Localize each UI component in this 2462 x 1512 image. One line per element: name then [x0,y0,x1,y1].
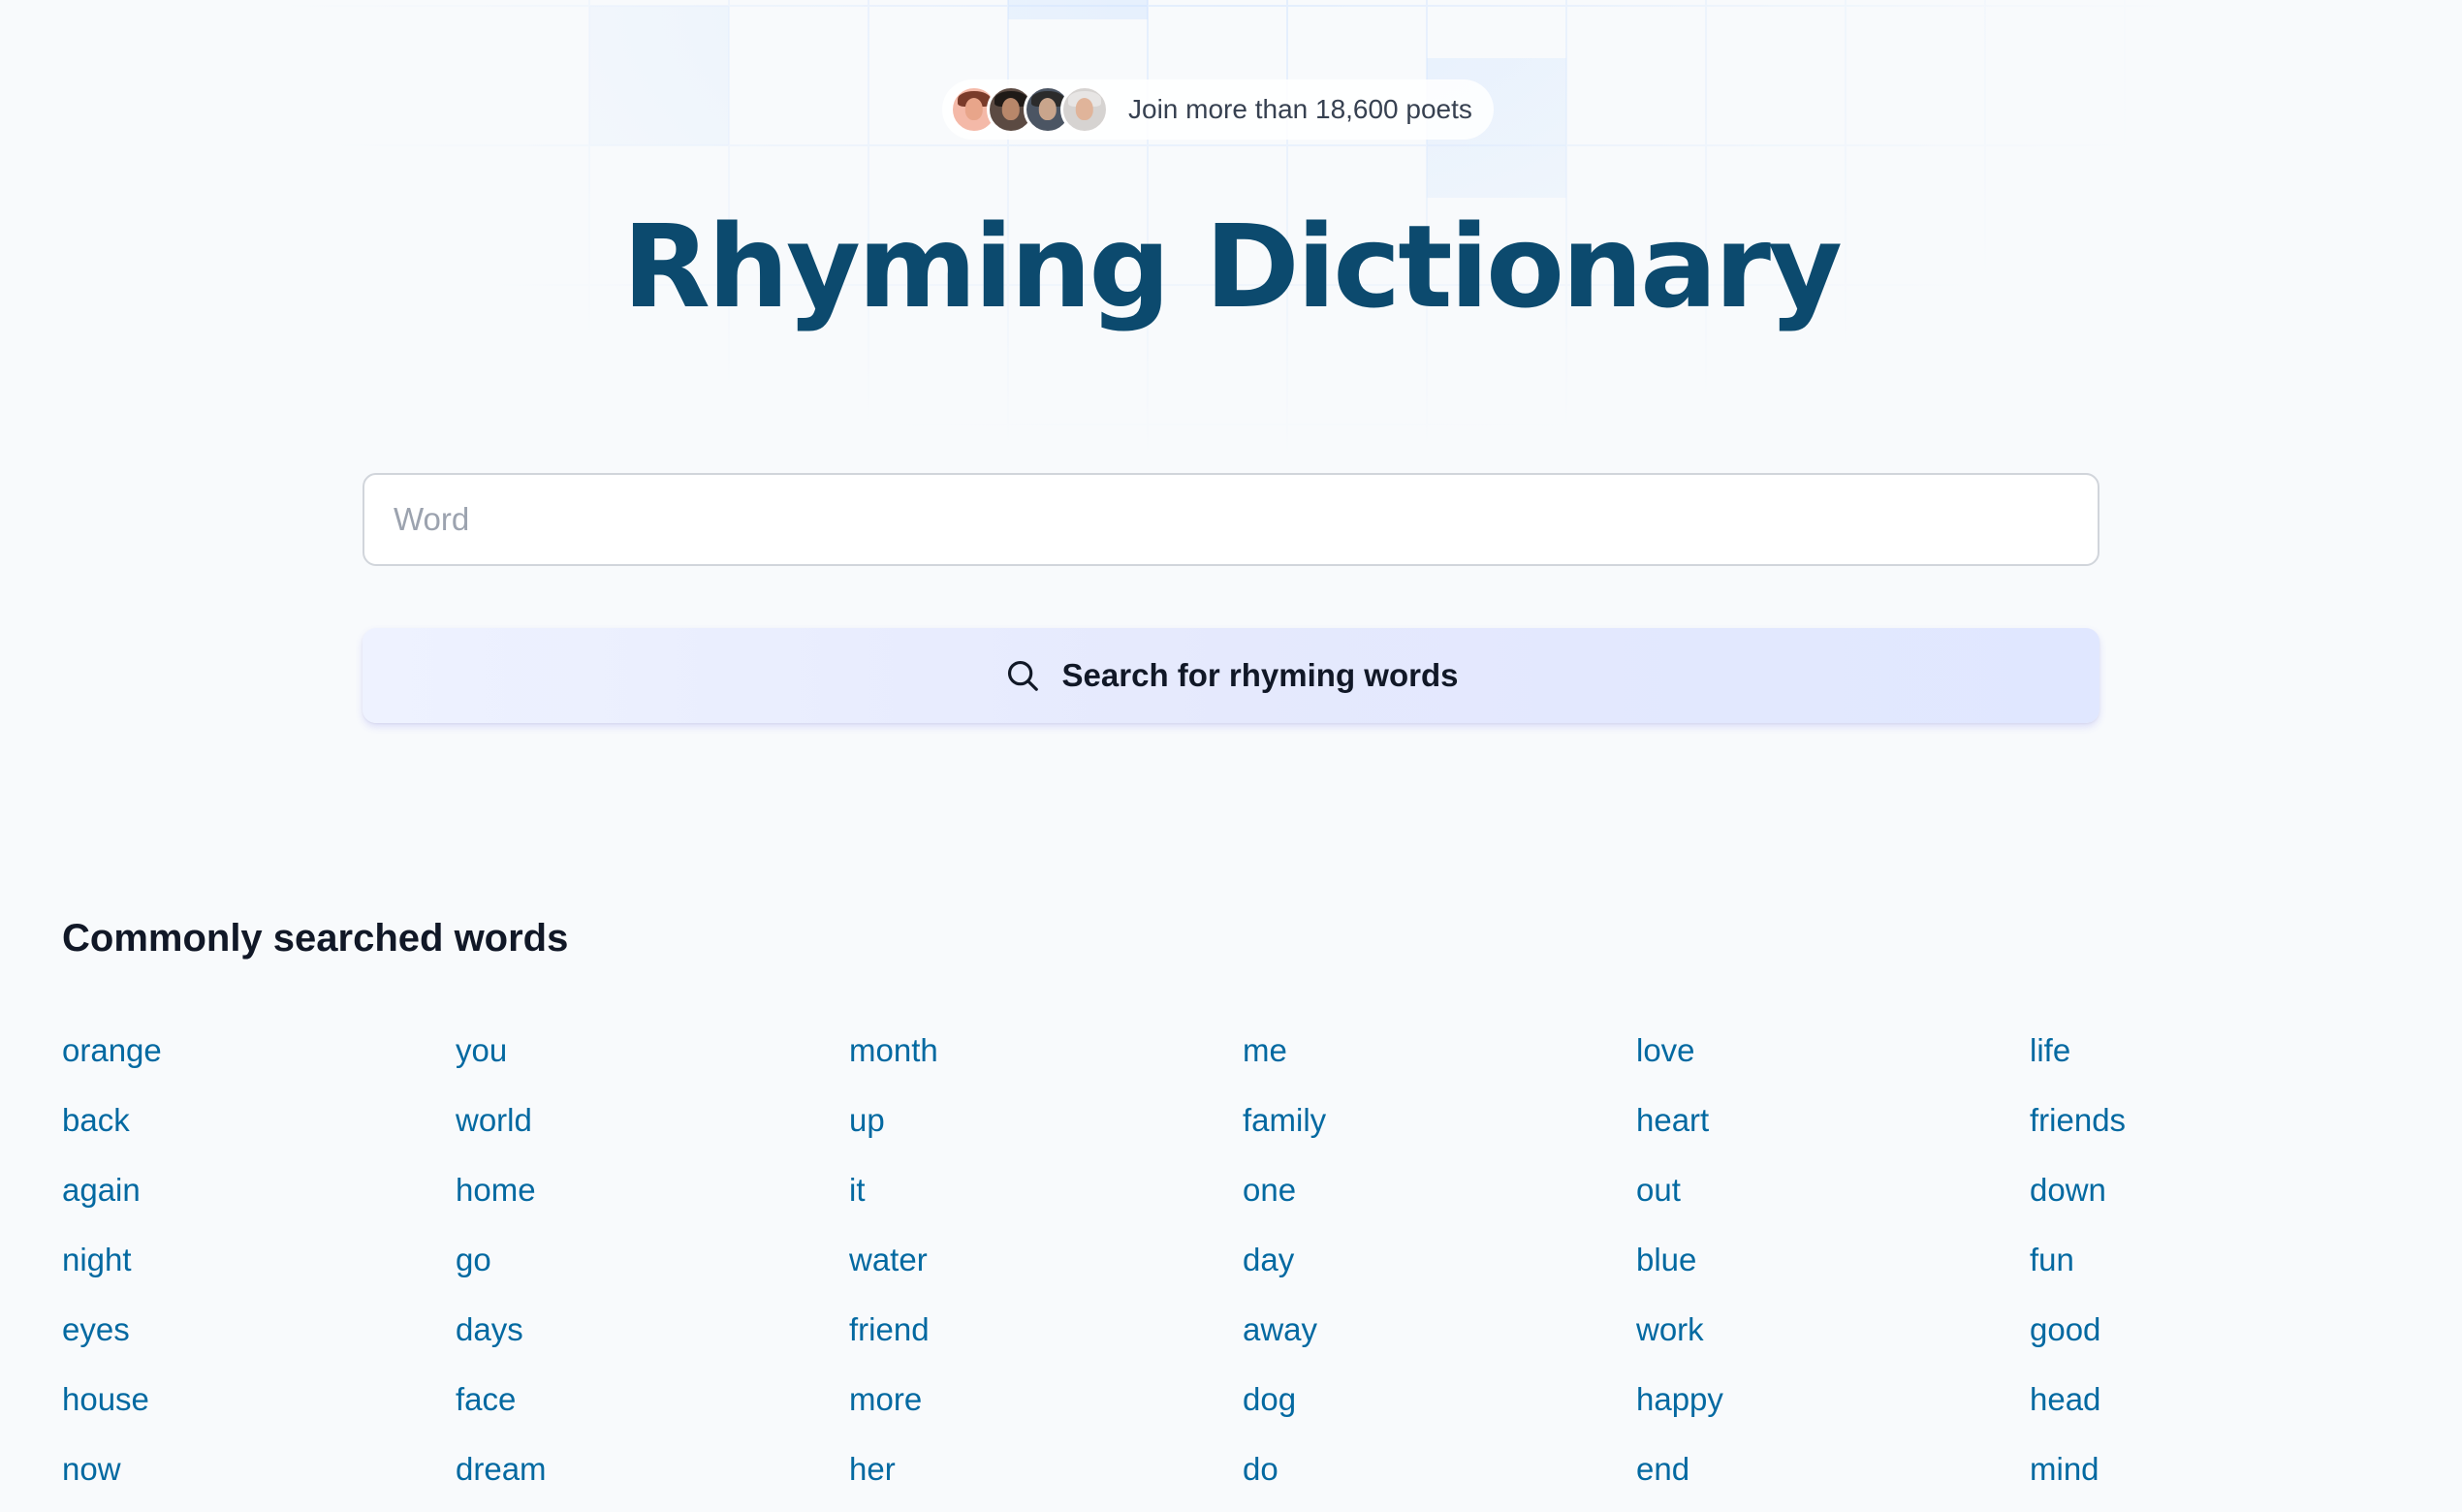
word-link[interactable]: house [62,1372,149,1427]
word-link[interactable]: more [849,1372,922,1427]
word-link[interactable]: out [1636,1163,1681,1217]
word-list-item: days [456,1303,849,1372]
word-input[interactable] [363,473,2099,566]
word-list-item: now [62,1442,456,1512]
word-list-item: work [1636,1303,2030,1372]
word-link[interactable]: dog [1243,1372,1296,1427]
word-list-item: face [456,1372,849,1442]
word-list-item: dog [1243,1372,1636,1442]
word-list-item: dream [456,1442,849,1512]
word-list-item: you [456,1024,849,1093]
word-link[interactable]: do [1243,1442,1278,1496]
word-list-item: day [1243,1233,1636,1303]
word-list-item: back [62,1093,456,1163]
word-link[interactable]: family [1243,1093,1326,1148]
word-list-item: blue [1636,1233,2030,1303]
word-link[interactable]: happy [1636,1372,1723,1427]
word-link[interactable]: life [2030,1024,2070,1078]
word-link[interactable]: eyes [62,1303,130,1357]
word-list-item: fun [2030,1233,2423,1303]
word-link[interactable]: days [456,1303,523,1357]
word-link[interactable]: good [2030,1303,2100,1357]
word-list-item: me [1243,1024,1636,1093]
word-list-item: do [1243,1442,1636,1512]
social-proof-text: Join more than 18,600 poets [1128,94,1472,124]
word-list-item: out [1636,1163,2030,1233]
word-list-item: home [456,1163,849,1233]
page-title: Rhyming Dictionary [622,200,1843,333]
word-list-item: night [62,1233,456,1303]
word-list-item: again [62,1163,456,1233]
word-link[interactable]: blue [1636,1233,1696,1287]
word-list-item: house [62,1372,456,1442]
word-link[interactable]: away [1243,1303,1317,1357]
avatar [1060,85,1109,134]
common-words-heading: Commonly searched words [62,917,569,960]
word-link[interactable]: now [62,1442,121,1496]
word-link[interactable]: love [1636,1024,1695,1078]
word-link[interactable]: world [456,1093,532,1148]
word-link[interactable]: one [1243,1163,1296,1217]
word-list-item: friends [2030,1093,2423,1163]
word-link[interactable]: friends [2030,1093,2126,1148]
word-link[interactable]: mind [2030,1442,2099,1496]
word-link[interactable]: day [1243,1233,1294,1287]
word-list-item: happy [1636,1372,2030,1442]
word-link[interactable]: face [456,1372,516,1427]
word-list-item: family [1243,1093,1636,1163]
word-list-item: end [1636,1442,2030,1512]
social-proof-pill: Join more than 18,600 poets [942,79,1494,140]
word-link[interactable]: water [849,1233,928,1287]
word-link[interactable]: go [456,1233,491,1287]
word-list-item: water [849,1233,1243,1303]
word-list-item: up [849,1093,1243,1163]
word-list-item: life [2030,1024,2423,1093]
word-link[interactable]: work [1636,1303,1704,1357]
word-link[interactable]: night [62,1233,132,1287]
word-link[interactable]: friend [849,1303,930,1357]
search-button-label: Search for rhyming words [1061,657,1459,693]
word-link[interactable]: again [62,1163,141,1217]
word-link[interactable]: dream [456,1442,547,1496]
word-link[interactable]: down [2030,1163,2106,1217]
word-link[interactable]: back [62,1093,130,1148]
word-list-item: month [849,1024,1243,1093]
word-list-item: eyes [62,1303,456,1372]
word-list-item: down [2030,1163,2423,1233]
word-link[interactable]: fun [2030,1233,2074,1287]
word-list-item: it [849,1163,1243,1233]
word-list-item: good [2030,1303,2423,1372]
word-link[interactable]: home [456,1163,536,1217]
word-list-item: away [1243,1303,1636,1372]
word-list-item: go [456,1233,849,1303]
common-words-list: orange you month me love life back world up famil… [62,1024,2427,1512]
word-link[interactable]: you [456,1024,507,1078]
word-link[interactable]: end [1636,1442,1689,1496]
word-list-item: her [849,1442,1243,1512]
word-list-item: mind [2030,1442,2423,1512]
avatar-group [950,85,1109,134]
word-list-item: one [1243,1163,1636,1233]
word-link[interactable]: heart [1636,1093,1709,1148]
word-link[interactable]: it [849,1163,866,1217]
word-link[interactable]: orange [62,1024,162,1078]
search-icon [1007,660,1038,691]
word-link[interactable]: me [1243,1024,1287,1078]
word-list-item: friend [849,1303,1243,1372]
word-list-item: orange [62,1024,456,1093]
word-list-item: love [1636,1024,2030,1093]
word-link[interactable]: her [849,1442,896,1496]
search-button[interactable]: Search for rhyming words [363,628,2099,723]
word-link[interactable]: month [849,1024,938,1078]
word-link[interactable]: up [849,1093,885,1148]
word-list-item: more [849,1372,1243,1442]
word-link[interactable]: head [2030,1372,2100,1427]
word-list-item: heart [1636,1093,2030,1163]
word-list-item: world [456,1093,849,1163]
word-list-item: head [2030,1372,2423,1442]
